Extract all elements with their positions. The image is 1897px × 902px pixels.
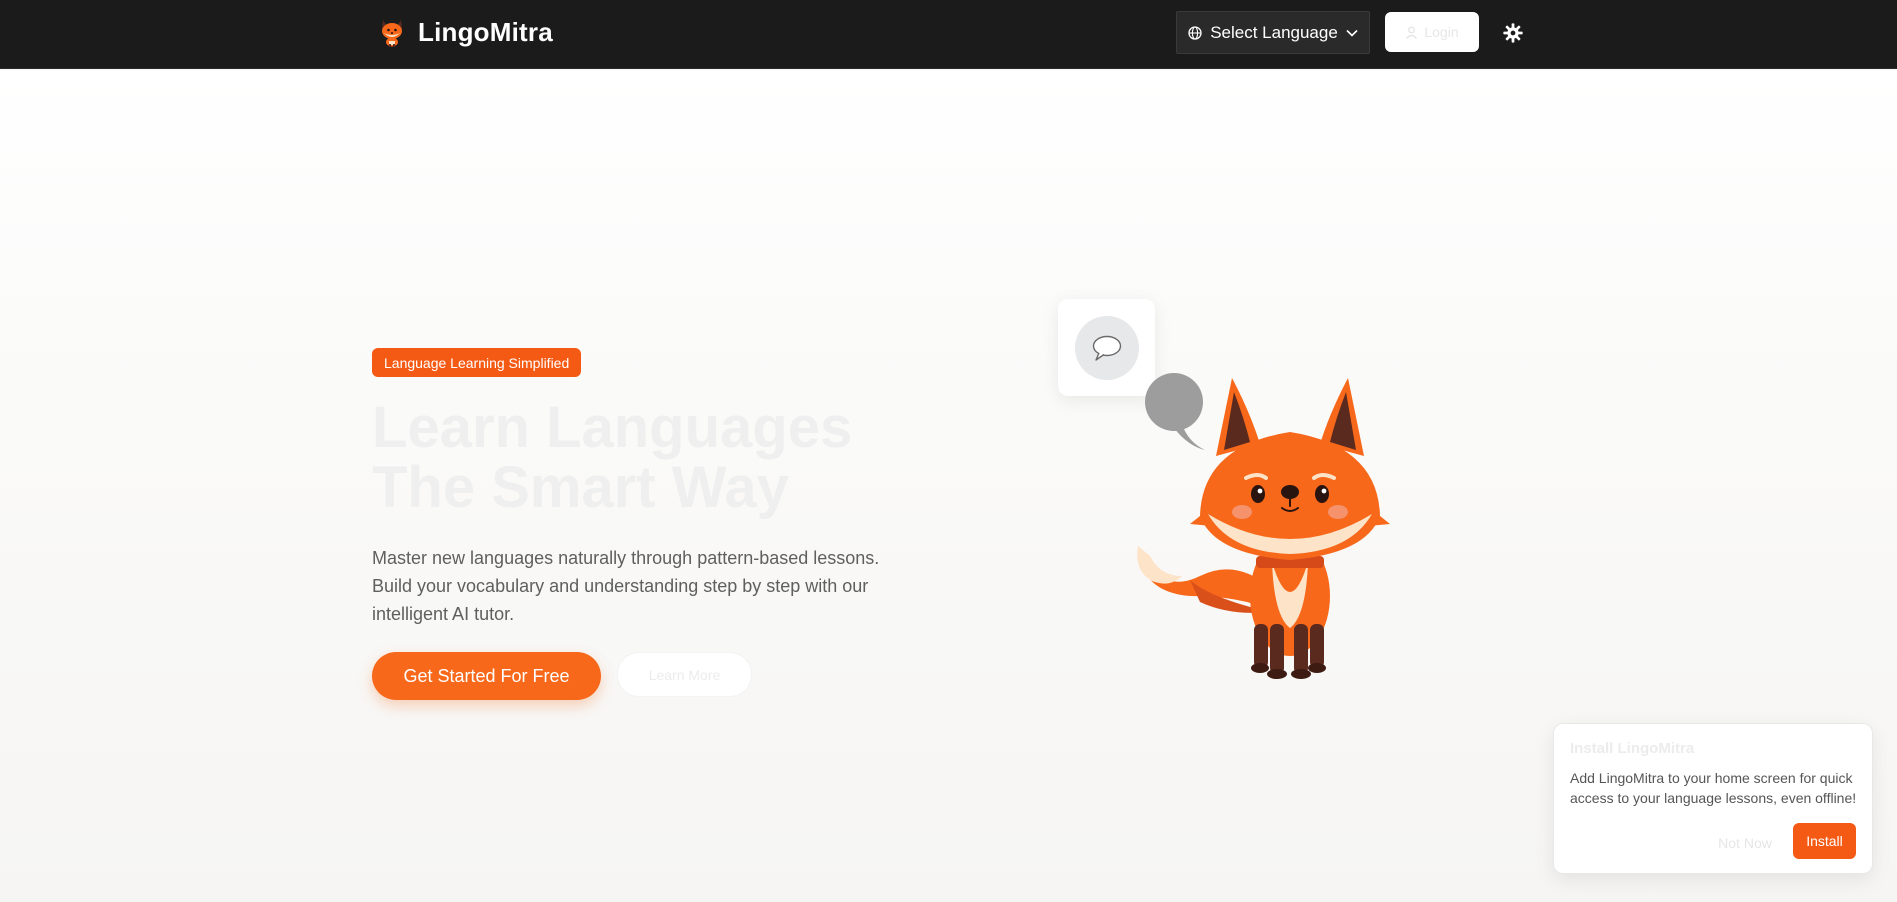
- hero-description: Master new languages naturally through p…: [372, 548, 880, 624]
- fox-mascot: [1137, 373, 1390, 679]
- user-icon: [1406, 26, 1418, 39]
- install-button[interactable]: Install: [1793, 823, 1856, 859]
- hero-headline-line1: Learn Languages: [372, 395, 853, 460]
- login-button[interactable]: Login: [1385, 12, 1479, 52]
- hero-headline-line2: The Smart Way: [372, 455, 789, 520]
- login-label: Login: [1424, 24, 1459, 40]
- top-navbar: LingoMitra Select Language Login: [0, 0, 1897, 69]
- gear-icon: [1503, 23, 1523, 43]
- hero-headline: Learn Languages The Smart Way: [372, 398, 932, 518]
- install-prompt-title: Install LingoMitra: [1570, 740, 1695, 757]
- globe-icon: [1188, 25, 1202, 40]
- speech-bubble-icon: [1145, 373, 1205, 450]
- install-prompt-card: Install LingoMitra Add LingoMitra to you…: [1553, 723, 1873, 874]
- fox-logo-icon: [382, 20, 402, 47]
- hero-tag-badge: Language Learning Simplified: [372, 348, 582, 377]
- theme-toggle-button[interactable]: [1500, 20, 1526, 46]
- chat-icon-circle: [1074, 315, 1139, 380]
- learn-more-button[interactable]: Learn More: [617, 652, 752, 697]
- not-now-button[interactable]: Not Now: [1710, 826, 1780, 860]
- install-prompt-description: Add LingoMitra to your home screen for q…: [1570, 770, 1857, 806]
- chat-bubble-icon: [1092, 335, 1121, 361]
- language-select[interactable]: Select Language: [1176, 11, 1370, 54]
- chevron-down-icon: [1346, 29, 1358, 37]
- get-started-button[interactable]: Get Started For Free: [372, 652, 601, 700]
- language-select-label: Select Language: [1210, 22, 1338, 42]
- brand-link[interactable]: LingoMitra: [378, 15, 553, 49]
- brand-name: LingoMitra: [418, 16, 553, 47]
